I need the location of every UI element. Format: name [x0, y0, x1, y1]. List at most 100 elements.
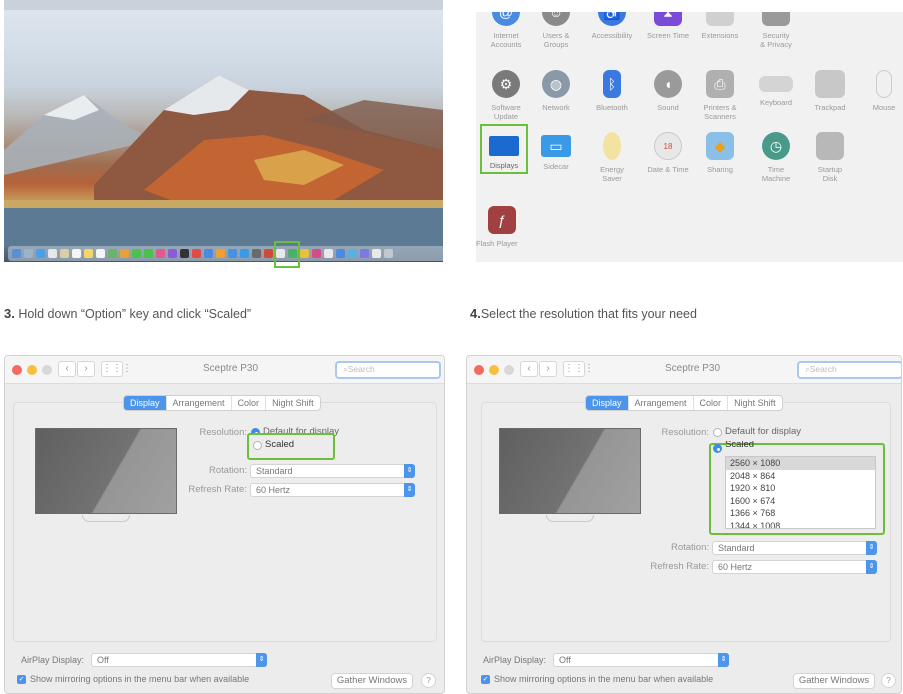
calendar-icon[interactable]	[72, 249, 81, 258]
pref-extensions[interactable]: Extensions	[690, 12, 750, 40]
tab-display[interactable]: Display	[586, 396, 628, 410]
numbers-icon[interactable]	[204, 249, 213, 258]
close-button[interactable]	[474, 365, 484, 375]
rotation-select[interactable]: Standard ⇕	[712, 541, 877, 555]
close-button[interactable]	[12, 365, 22, 375]
trash-icon[interactable]	[384, 249, 393, 258]
app-icon[interactable]	[312, 249, 321, 258]
app-icon[interactable]	[348, 249, 357, 258]
app-store-icon[interactable]	[240, 249, 249, 258]
minimize-button[interactable]	[489, 365, 499, 375]
messages-icon[interactable]	[132, 249, 141, 258]
resolution-item[interactable]: 1600 × 674	[726, 495, 875, 508]
pref-keyboard[interactable]: Keyboard	[746, 70, 806, 107]
refresh-rate-select[interactable]: 60 Hertz ⇕	[712, 560, 877, 574]
pref-sharing[interactable]: ◆ Sharing	[690, 132, 750, 174]
default-radio[interactable]	[713, 428, 722, 437]
app-icon[interactable]	[324, 249, 333, 258]
music-icon[interactable]	[156, 249, 165, 258]
finder-icon[interactable]	[12, 249, 21, 258]
app-icon[interactable]	[300, 249, 309, 258]
pref-bluetooth[interactable]: ᛒ Bluetooth	[582, 70, 642, 112]
mail-icon[interactable]	[48, 249, 57, 258]
back-button[interactable]: ‹	[520, 361, 538, 377]
pref-energy-saver[interactable]: Energy Saver	[582, 132, 642, 183]
pref-label: Energy Saver	[600, 165, 624, 183]
resolution-list[interactable]: 2560 × 1080 2048 × 864 1920 × 810 1600 ×…	[725, 456, 876, 529]
pref-trackpad[interactable]: Trackpad	[800, 70, 860, 112]
resolution-item[interactable]: 1920 × 810	[726, 482, 875, 495]
scaled-radio[interactable]	[713, 444, 722, 453]
contacts-icon[interactable]	[60, 249, 69, 258]
help-button[interactable]: ?	[881, 673, 896, 688]
pref-startup-disk[interactable]: Startup Disk	[800, 132, 860, 183]
forward-button[interactable]: ›	[539, 361, 557, 377]
show-all-button[interactable]: ⋮⋮⋮	[563, 361, 594, 377]
podcasts-icon[interactable]	[168, 249, 177, 258]
rotation-select[interactable]: Standard ⇕	[250, 464, 415, 478]
pref-accessibility[interactable]: ♿ Accessibility	[582, 12, 642, 40]
app-icon[interactable]	[372, 249, 381, 258]
pref-label: Extensions	[701, 31, 739, 40]
airplay-select[interactable]: Off ⇕	[91, 653, 267, 667]
mirroring-checkbox[interactable]: ✓	[17, 675, 26, 684]
safari-icon[interactable]	[36, 249, 45, 258]
pref-screen-time[interactable]: ⧗ Screen Time	[638, 12, 698, 40]
zoom-button[interactable]	[42, 365, 52, 375]
tab-night-shift[interactable]: Night Shift	[727, 396, 782, 410]
notes-icon[interactable]	[84, 249, 93, 258]
tab-color[interactable]: Color	[230, 396, 266, 410]
gather-windows-button[interactable]: Gather Windows	[331, 673, 413, 689]
resolution-item[interactable]: 2048 × 864	[726, 470, 875, 483]
back-button[interactable]: ‹	[58, 361, 76, 377]
pref-sidecar[interactable]: ▭ Sidecar	[526, 132, 586, 171]
system-preferences-icon[interactable]	[252, 249, 261, 258]
news-icon[interactable]	[192, 249, 201, 258]
users-icon: ☺	[542, 12, 570, 26]
pref-time-machine[interactable]: ◷ Time Machine	[746, 132, 806, 183]
monitor-image	[499, 428, 641, 514]
pref-flash-player[interactable]: ƒ Flash Player	[476, 206, 530, 248]
tab-night-shift[interactable]: Night Shift	[265, 396, 320, 410]
gather-windows-button[interactable]: Gather Windows	[793, 673, 875, 689]
pref-network[interactable]: ◍ Network	[526, 70, 586, 112]
app-icon[interactable]	[360, 249, 369, 258]
refresh-rate-select[interactable]: 60 Hertz ⇕	[250, 483, 415, 497]
keynote-icon[interactable]	[228, 249, 237, 258]
pages-icon[interactable]	[216, 249, 225, 258]
tab-arrangement[interactable]: Arrangement	[165, 396, 231, 410]
pref-sound[interactable]: ◖ Sound	[638, 70, 698, 112]
airplay-select[interactable]: Off ⇕	[553, 653, 729, 667]
tv-icon[interactable]	[180, 249, 189, 258]
search-input[interactable]: ⌕Search	[335, 361, 441, 379]
pref-printers-scanners[interactable]: ⎙ Printers & Scanners	[690, 70, 750, 121]
maps-icon[interactable]	[108, 249, 117, 258]
tab-bar: Display Arrangement Color Night Shift	[585, 395, 783, 411]
resolution-item[interactable]: 2560 × 1080	[726, 457, 875, 470]
minimize-button[interactable]	[27, 365, 37, 375]
pref-label: Bluetooth	[596, 103, 628, 112]
flash-icon[interactable]	[264, 249, 273, 258]
resolution-item[interactable]: 1344 × 1008	[726, 520, 875, 529]
photos-icon[interactable]	[120, 249, 129, 258]
pref-users-groups[interactable]: ☺ Users & Groups	[526, 12, 586, 49]
zoom-button[interactable]	[504, 365, 514, 375]
facetime-icon[interactable]	[144, 249, 153, 258]
lightbulb-icon	[603, 132, 621, 160]
app-icon[interactable]	[336, 249, 345, 258]
scaled-radio[interactable]	[253, 441, 262, 450]
help-button[interactable]: ?	[421, 673, 436, 688]
tab-color[interactable]: Color	[692, 396, 728, 410]
resolution-item[interactable]: 1366 × 768	[726, 507, 875, 520]
pref-date-time[interactable]: 18 Date & Time	[638, 132, 698, 174]
tab-display[interactable]: Display	[124, 396, 166, 410]
forward-button[interactable]: ›	[77, 361, 95, 377]
pref-mouse[interactable]: Mouse	[854, 70, 903, 112]
mirroring-checkbox[interactable]: ✓	[481, 675, 490, 684]
reminders-icon[interactable]	[96, 249, 105, 258]
search-input[interactable]: ⌕Search	[797, 361, 901, 379]
launchpad-icon[interactable]	[24, 249, 33, 258]
tab-arrangement[interactable]: Arrangement	[627, 396, 693, 410]
show-all-button[interactable]: ⋮⋮⋮	[101, 361, 132, 377]
pref-security-privacy[interactable]: Security & Privacy	[746, 12, 806, 49]
